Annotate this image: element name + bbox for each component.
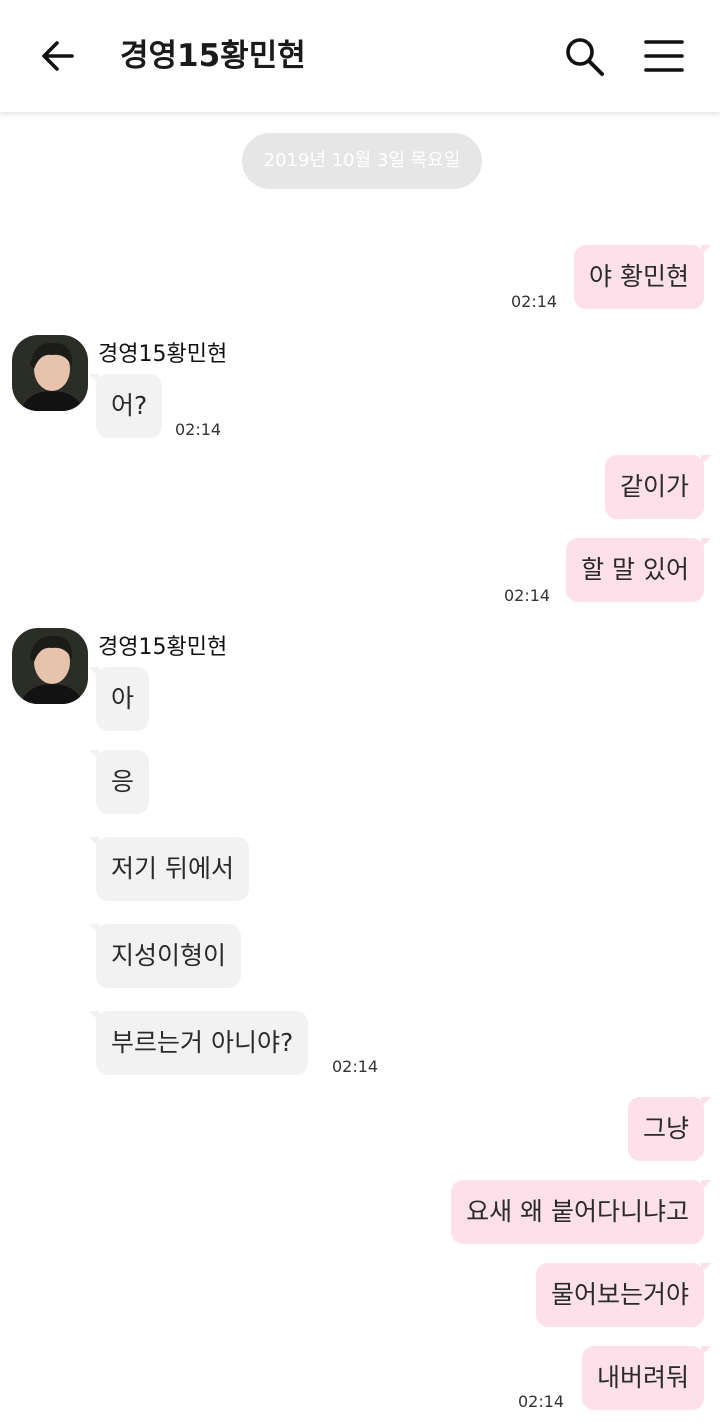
message-bubble-received[interactable]: 저기 뒤에서	[89, 837, 249, 901]
message-bubble-received[interactable]: 지성이형이	[88, 924, 242, 988]
back-button[interactable]	[34, 32, 82, 80]
chat-header: 경영15황민현	[0, 0, 720, 112]
menu-button[interactable]	[640, 32, 688, 80]
message-bubble-sent[interactable]: 요새 왜 붙어다니냐고	[451, 1180, 711, 1244]
message-time: 02:14	[175, 420, 222, 439]
avatar[interactable]	[12, 335, 88, 411]
arrow-left-icon	[42, 41, 74, 71]
message-time: 02:14	[332, 1057, 379, 1076]
chat-title: 경영15황민현	[120, 38, 306, 74]
message-bubble-sent[interactable]: 그냥	[627, 1097, 712, 1161]
avatar[interactable]	[12, 628, 88, 704]
message-bubble-received[interactable]: 응	[88, 750, 150, 814]
hamburger-menu-icon	[644, 40, 684, 72]
message-bubble-sent[interactable]: 내버려둬	[581, 1346, 712, 1410]
message-bubble-sent[interactable]: 물어보는거야	[535, 1263, 712, 1327]
profile-photo	[12, 628, 88, 704]
message-time: 02:14	[511, 292, 558, 311]
profile-photo	[12, 335, 88, 411]
search-button[interactable]	[560, 32, 608, 80]
sender-name: 경영15황민현	[98, 635, 228, 660]
message-bubble-received[interactable]: 아	[88, 667, 150, 731]
date-divider: 2019년 10월 3일 목요일	[242, 133, 482, 189]
sender-name: 경영15황민현	[98, 342, 228, 367]
message-time: 02:14	[504, 586, 551, 605]
message-time: 02:14	[518, 1392, 565, 1411]
search-icon	[566, 38, 604, 76]
message-bubble-received[interactable]: 부르는거 아니야?	[88, 1011, 309, 1075]
message-bubble-sent[interactable]: 같이가	[604, 455, 712, 519]
message-bubble-sent[interactable]: 야 황민현	[574, 245, 711, 309]
message-bubble-sent[interactable]: 할 말 있어	[566, 538, 711, 602]
message-bubble-received[interactable]: 어?	[88, 374, 163, 438]
